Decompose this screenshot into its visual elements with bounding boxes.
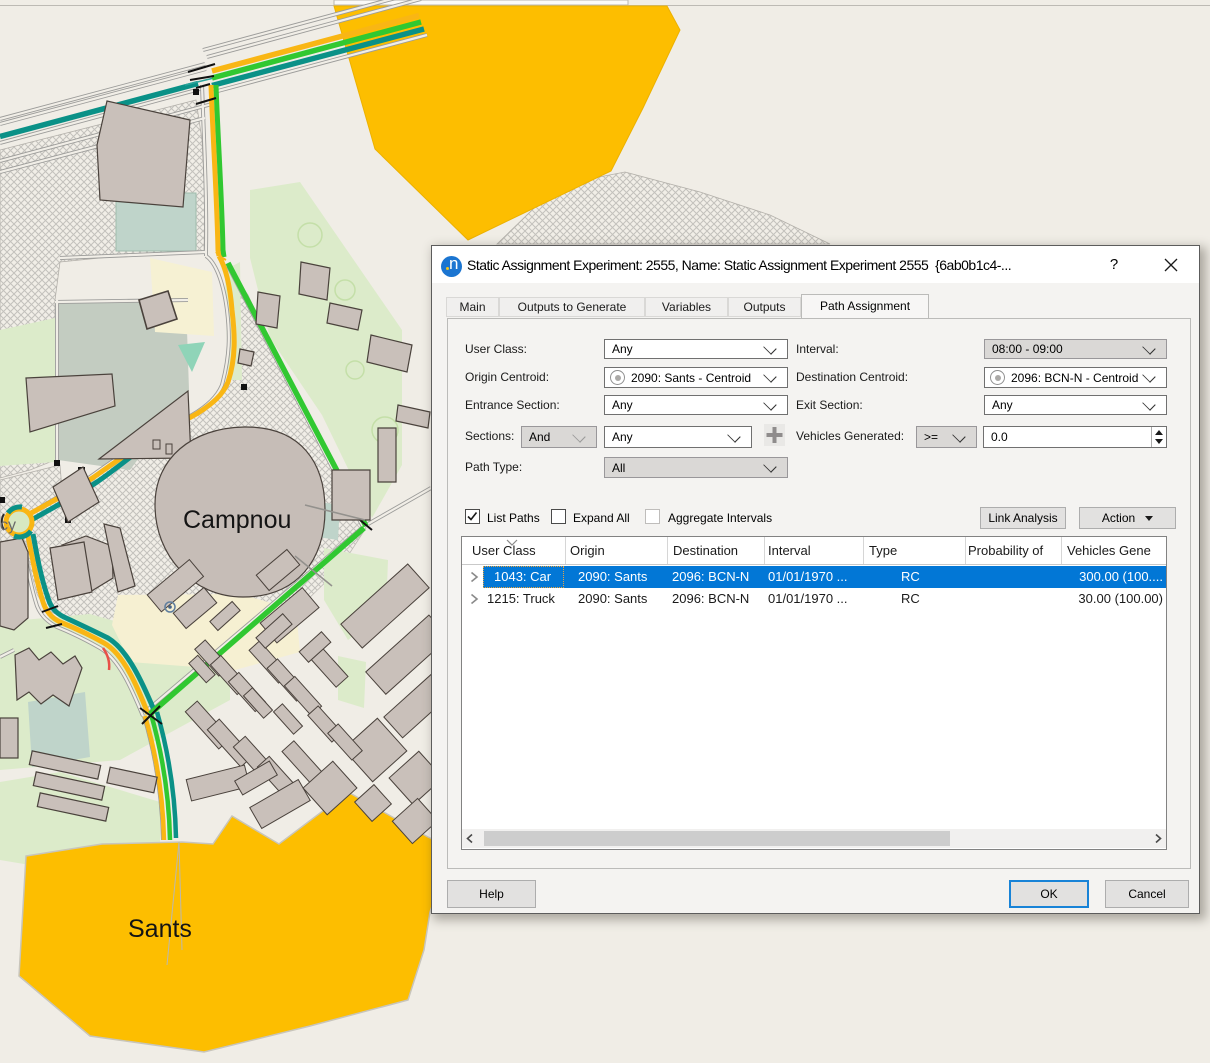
svg-text:Campnou: Campnou [183,506,291,534]
svg-text:Sants: Sants [128,915,192,943]
svg-text:cy: cy [0,517,16,534]
